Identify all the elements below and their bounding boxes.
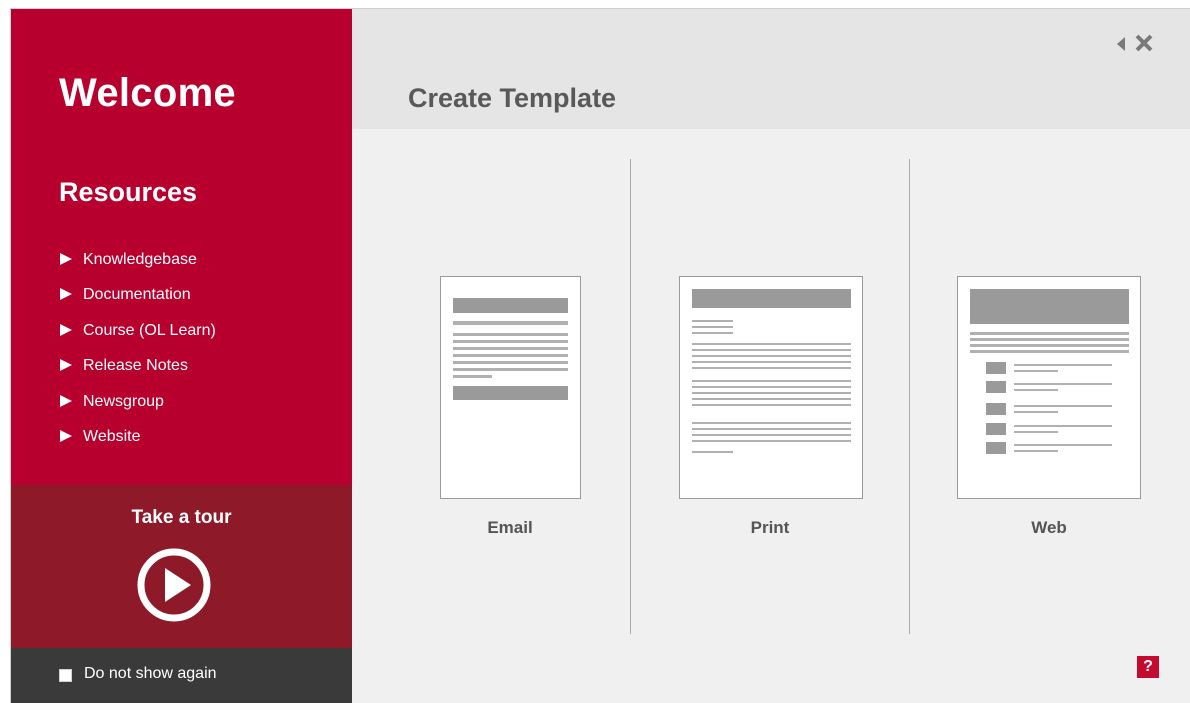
arrow-right-icon xyxy=(60,394,72,407)
email-template-label[interactable]: Email xyxy=(430,518,590,538)
print-template-label[interactable]: Print xyxy=(690,518,850,538)
resources-title: Resources xyxy=(59,177,198,207)
resource-link-website[interactable]: Website xyxy=(60,420,216,456)
resource-link-documentation[interactable]: Documentation xyxy=(60,278,216,314)
resource-link-label: Newsgroup xyxy=(83,392,164,410)
resource-link-label: Release Notes xyxy=(83,357,188,375)
do-not-show-again-checkbox[interactable] xyxy=(59,669,72,682)
web-template-icon xyxy=(970,289,1129,454)
arrow-right-icon xyxy=(60,359,72,372)
resource-link-label: Course (OL Learn) xyxy=(83,321,216,339)
divider xyxy=(630,159,631,634)
arrow-right-icon xyxy=(60,430,72,443)
do-not-show-again-label[interactable]: Do not show again xyxy=(84,665,217,683)
resource-link-label: Documentation xyxy=(83,286,191,304)
resource-link-label: Knowledgebase xyxy=(83,250,197,268)
welcome-title: Welcome xyxy=(59,71,236,115)
resource-link-release-notes[interactable]: Release Notes xyxy=(60,349,216,385)
do-not-show-again-bar: Do not show again xyxy=(11,648,352,703)
header: Create Template xyxy=(352,9,1190,129)
divider xyxy=(909,159,910,634)
take-a-tour-panel: Take a tour xyxy=(11,485,352,648)
email-template-card[interactable] xyxy=(440,276,581,499)
play-circle-icon[interactable] xyxy=(136,547,212,623)
close-icon[interactable] xyxy=(1134,33,1154,53)
template-options: Email Print Web xyxy=(352,129,1190,703)
take-a-tour-title: Take a tour xyxy=(131,507,232,528)
help-icon[interactable]: ? xyxy=(1137,656,1159,678)
welcome-dialog: Welcome Resources Knowledgebase Document… xyxy=(10,8,1190,703)
arrow-right-icon xyxy=(60,323,72,336)
resources-list: Knowledgebase Documentation Course (OL L… xyxy=(60,242,216,455)
arrow-right-icon xyxy=(60,252,72,265)
email-template-icon xyxy=(453,298,568,400)
resource-link-knowledgebase[interactable]: Knowledgebase xyxy=(60,242,216,278)
back-arrow-icon[interactable] xyxy=(1114,35,1128,53)
page-title: Create Template xyxy=(408,83,617,113)
resource-link-course[interactable]: Course (OL Learn) xyxy=(60,313,216,349)
print-template-icon xyxy=(692,289,851,453)
print-template-card[interactable] xyxy=(679,276,863,499)
sidebar: Welcome Resources Knowledgebase Document… xyxy=(11,9,352,703)
arrow-right-icon xyxy=(60,288,72,301)
resource-link-newsgroup[interactable]: Newsgroup xyxy=(60,384,216,420)
resource-link-label: Website xyxy=(83,428,141,446)
web-template-card[interactable] xyxy=(957,276,1141,499)
web-template-label[interactable]: Web xyxy=(969,518,1129,538)
